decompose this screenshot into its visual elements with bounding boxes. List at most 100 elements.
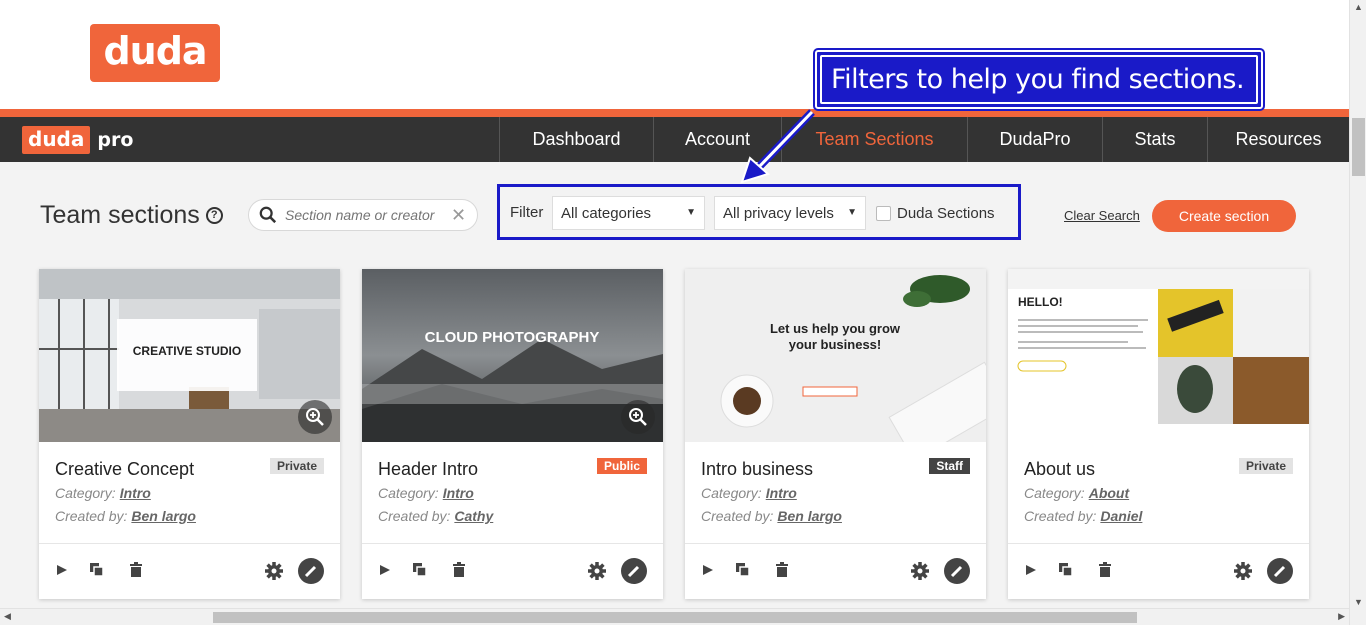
nav-dudapro[interactable]: DudaPro	[967, 117, 1102, 162]
top-navbar: duda pro Dashboard Account Team Sections…	[0, 117, 1349, 162]
section-thumbnail[interactable]: CLOUD PHOTOGRAPHY	[362, 269, 663, 442]
privacy-select[interactable]: All privacy levels ▼	[714, 196, 866, 230]
section-category: Category: Intro	[55, 485, 151, 501]
nav-dashboard[interactable]: Dashboard	[499, 117, 653, 162]
creator-link[interactable]: Cathy	[454, 508, 493, 524]
filter-bar: Filter All categories ▼ All privacy leve…	[497, 184, 1021, 240]
zoom-icon[interactable]	[298, 400, 332, 434]
play-icon[interactable]	[378, 562, 392, 578]
create-section-button[interactable]: Create section	[1152, 200, 1296, 232]
category-link[interactable]: Intro	[120, 485, 151, 501]
callout-box: Filters to help you find sections.	[815, 50, 1263, 109]
section-thumbnail[interactable]: Let us help you grow your business!	[685, 269, 986, 442]
checkbox-box[interactable]	[876, 206, 891, 221]
chevron-down-icon: ▼	[847, 207, 857, 218]
thumbnail-caption: Let us help you grow your business!	[769, 321, 900, 352]
section-name: Intro business	[701, 459, 814, 479]
filter-label: Filter	[510, 204, 544, 221]
thumbnail-image	[362, 269, 663, 442]
trash-icon[interactable]	[129, 562, 143, 578]
scroll-left-icon[interactable]: ◀	[4, 611, 11, 622]
card-actions	[685, 543, 986, 599]
thumbnail-caption: HELLO!	[1018, 295, 1063, 309]
section-card[interactable]: CLOUD PHOTOGRAPHY Header Intro Public Ca…	[362, 269, 663, 599]
duda-logo[interactable]: duda	[90, 24, 220, 82]
duplicate-icon[interactable]	[412, 562, 428, 578]
duda-sections-label: Duda Sections	[897, 205, 995, 222]
category-link[interactable]: About	[1089, 485, 1129, 501]
clear-search-link[interactable]: Clear Search	[1064, 208, 1140, 223]
privacy-badge: Private	[269, 458, 324, 474]
search-input[interactable]	[285, 207, 445, 223]
vertical-scrollbar[interactable]: ▲ ▼	[1349, 0, 1366, 625]
page-root: duda duda pro Dashboard Account Team Sec…	[0, 0, 1366, 625]
duplicate-icon[interactable]	[735, 562, 751, 578]
play-icon[interactable]	[1024, 562, 1038, 578]
scroll-up-icon[interactable]: ▲	[1354, 2, 1363, 12]
zoom-icon[interactable]	[621, 400, 655, 434]
category-label: Category:	[55, 485, 116, 501]
section-card[interactable]: CREATIVE STUDIO Creative Concept Private…	[39, 269, 340, 599]
category-link[interactable]: Intro	[443, 485, 474, 501]
duplicate-icon[interactable]	[1058, 562, 1074, 578]
section-creator: Created by: Ben largo	[55, 508, 196, 524]
section-name: Creative Concept	[55, 459, 195, 479]
gear-icon[interactable]	[264, 561, 284, 581]
section-thumbnail[interactable]: HELLO!	[1008, 269, 1309, 442]
privacy-badge: Public	[596, 458, 647, 474]
gear-icon[interactable]	[587, 561, 607, 581]
play-icon[interactable]	[55, 562, 69, 578]
section-name: Header Intro	[378, 459, 479, 479]
edit-button[interactable]	[621, 558, 647, 584]
nav-account[interactable]: Account	[653, 117, 781, 162]
scroll-right-icon[interactable]: ▶	[1338, 611, 1345, 622]
card-actions	[39, 543, 340, 599]
creator-link[interactable]: Daniel	[1100, 508, 1142, 524]
edit-button[interactable]	[1267, 558, 1293, 584]
gear-icon[interactable]	[910, 561, 930, 581]
section-creator: Created by: Ben largo	[701, 508, 842, 524]
section-name: About us	[1024, 459, 1096, 479]
category-label: Category:	[378, 485, 439, 501]
thumbnail-caption: CREATIVE STUDIO	[132, 344, 242, 358]
edit-button[interactable]	[944, 558, 970, 584]
nav-stats[interactable]: Stats	[1102, 117, 1207, 162]
clear-search-icon[interactable]: ✕	[451, 205, 466, 226]
duplicate-icon[interactable]	[89, 562, 105, 578]
creator-link[interactable]: Ben largo	[777, 508, 842, 524]
section-card[interactable]: HELLO! About us Private Category: About C…	[1008, 269, 1309, 599]
gear-icon[interactable]	[1233, 561, 1253, 581]
category-select[interactable]: All categories ▼	[552, 196, 705, 230]
created-by-label: Created by:	[701, 508, 774, 524]
scroll-down-icon[interactable]: ▼	[1354, 597, 1363, 607]
pencil-icon	[1273, 565, 1286, 578]
section-thumbnail[interactable]: CREATIVE STUDIO	[39, 269, 340, 442]
scroll-thumb[interactable]	[213, 612, 1137, 623]
thumbnail-image	[685, 269, 986, 442]
trash-icon[interactable]	[452, 562, 466, 578]
brand-suffix: pro	[97, 129, 134, 151]
help-icon[interactable]: ?	[205, 207, 223, 224]
scroll-thumb[interactable]	[1352, 118, 1365, 176]
duda-sections-checkbox[interactable]: Duda Sections	[876, 205, 995, 222]
thumbnail-caption: CLOUD PHOTOGRAPHY	[424, 329, 600, 346]
nav-resources[interactable]: Resources	[1207, 117, 1349, 162]
created-by-label: Created by:	[378, 508, 451, 524]
horizontal-scrollbar[interactable]: ◀ ▶	[0, 608, 1349, 625]
page-title-text: Team sections	[40, 201, 200, 229]
trash-icon[interactable]	[1098, 562, 1112, 578]
edit-button[interactable]	[298, 558, 324, 584]
section-category: Category: Intro	[378, 485, 474, 501]
privacy-badge: Staff	[929, 458, 970, 474]
accent-bar	[0, 109, 1349, 117]
card-actions	[1008, 543, 1309, 599]
section-card[interactable]: Let us help you grow your business! Intr…	[685, 269, 986, 599]
category-link[interactable]: Intro	[766, 485, 797, 501]
play-icon[interactable]	[701, 562, 715, 578]
creator-link[interactable]: Ben largo	[131, 508, 196, 524]
trash-icon[interactable]	[775, 562, 789, 578]
brand[interactable]: duda pro	[22, 126, 133, 154]
category-select-value: All categories	[561, 204, 652, 222]
nav-team-sections[interactable]: Team Sections	[781, 117, 967, 162]
category-label: Category:	[1024, 485, 1085, 501]
